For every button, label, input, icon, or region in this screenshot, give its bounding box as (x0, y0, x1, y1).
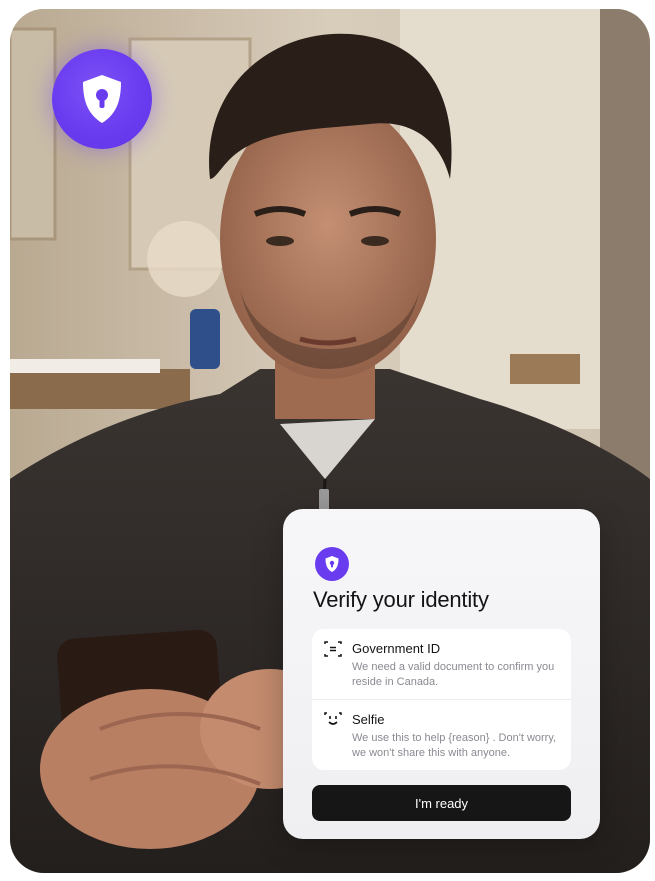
requirements-list: Government ID We need a valid document t… (312, 629, 571, 770)
list-item-description: We need a valid document to confirm you … (352, 661, 555, 688)
list-item-title: Selfie (352, 712, 385, 727)
selfie-face-icon (324, 712, 342, 725)
list-item-title: Government ID (352, 641, 441, 656)
verify-identity-card: Verify your identity Government ID We ne… (283, 509, 600, 839)
card-title: Verify your identity (313, 587, 489, 612)
list-item-selfie[interactable]: Selfie We use this to help {reason} . Do… (312, 699, 571, 771)
shield-keyhole-icon (83, 75, 121, 123)
im-ready-button[interactable]: I'm ready (312, 785, 571, 821)
id-card-icon (324, 641, 342, 657)
shield-keyhole-badge-icon (52, 49, 152, 149)
list-item-description: We use this to help {reason} . Don't wor… (352, 732, 557, 759)
list-item-government-id[interactable]: Government ID We need a valid document t… (312, 629, 571, 699)
shield-keyhole-icon (315, 547, 349, 581)
